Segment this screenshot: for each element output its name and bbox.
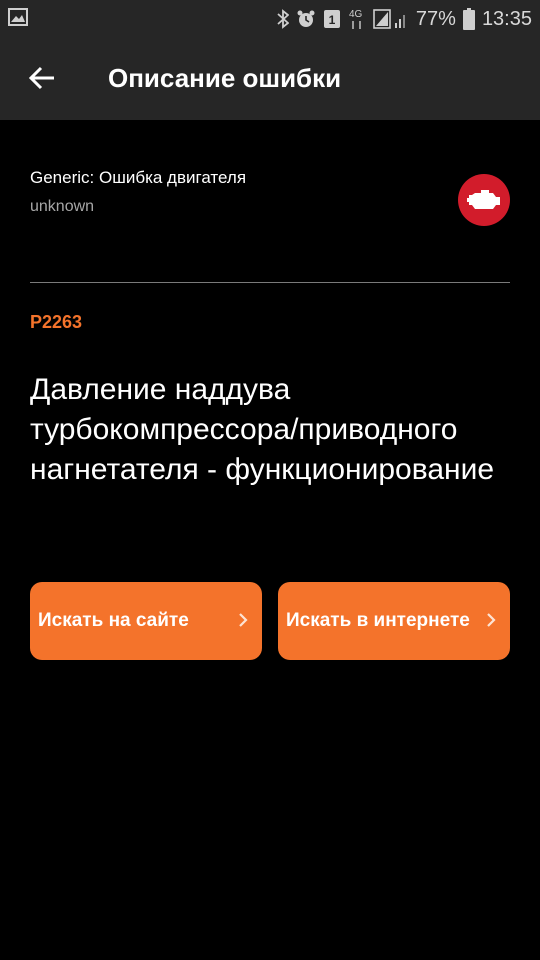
- divider: [30, 282, 510, 283]
- clock: 13:35: [481, 7, 532, 30]
- search-site-button[interactable]: Искать на сайте: [30, 582, 262, 660]
- alarm-icon: [297, 10, 315, 27]
- error-code: P2263: [30, 312, 83, 332]
- vehicle-info: Generic: Ошибка двигателя unknown: [30, 168, 510, 216]
- battery-percent: 77%: [415, 7, 456, 30]
- sim-slot-label: 1: [329, 13, 336, 27]
- signal-icon: [373, 9, 405, 29]
- chevron-right-icon: [239, 613, 248, 627]
- network-4g-icon: 4G: [349, 9, 363, 29]
- search-site-label: Искать на сайте: [38, 610, 189, 631]
- status-icons: 1 4G 77% 13:35: [277, 0, 532, 38]
- chevron-right-icon: [487, 613, 496, 627]
- check-engine-icon: [458, 174, 510, 226]
- network-label: 4G: [349, 9, 363, 20]
- back-arrow-icon[interactable]: [28, 64, 56, 92]
- vehicle-model: unknown: [30, 198, 95, 215]
- error-description: Давление наддува турбокомпрессора/привод…: [30, 373, 495, 486]
- status-bar: 1 4G 77% 13:35: [0, 0, 540, 38]
- app-bar: Описание ошибки: [0, 38, 540, 120]
- search-web-button[interactable]: Искать в интернете: [278, 582, 510, 660]
- bluetooth-icon: [277, 9, 289, 29]
- gallery-icon: [8, 8, 28, 26]
- search-web-label: Искать в интернете: [286, 610, 470, 631]
- vehicle-make: Generic: Ошибка двигателя: [30, 168, 247, 187]
- page-title: Описание ошибки: [108, 63, 342, 93]
- battery-icon: [462, 8, 475, 30]
- sim-icon: 1: [323, 10, 340, 28]
